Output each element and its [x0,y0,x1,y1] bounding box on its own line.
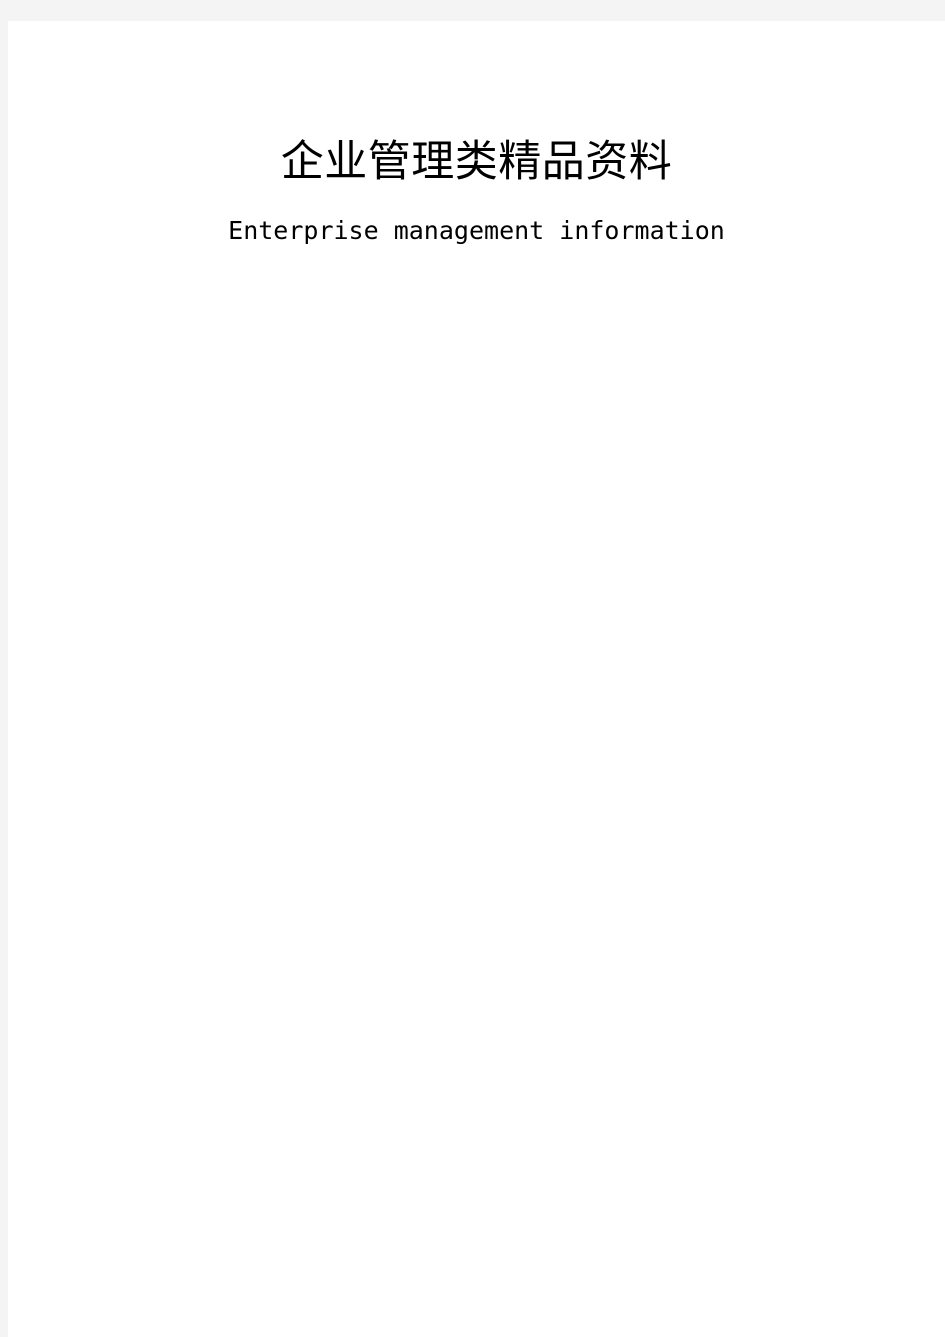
document-page: 企业管理类精品资料 Enterprise management informat… [8,21,945,1337]
page-title: 企业管理类精品资料 [280,137,673,187]
page-subtitle: Enterprise management information [228,216,725,245]
document-canvas: 企业管理类精品资料 Enterprise management informat… [0,0,945,1337]
document-body: 企业管理类精品资料 Enterprise management informat… [8,21,945,1337]
